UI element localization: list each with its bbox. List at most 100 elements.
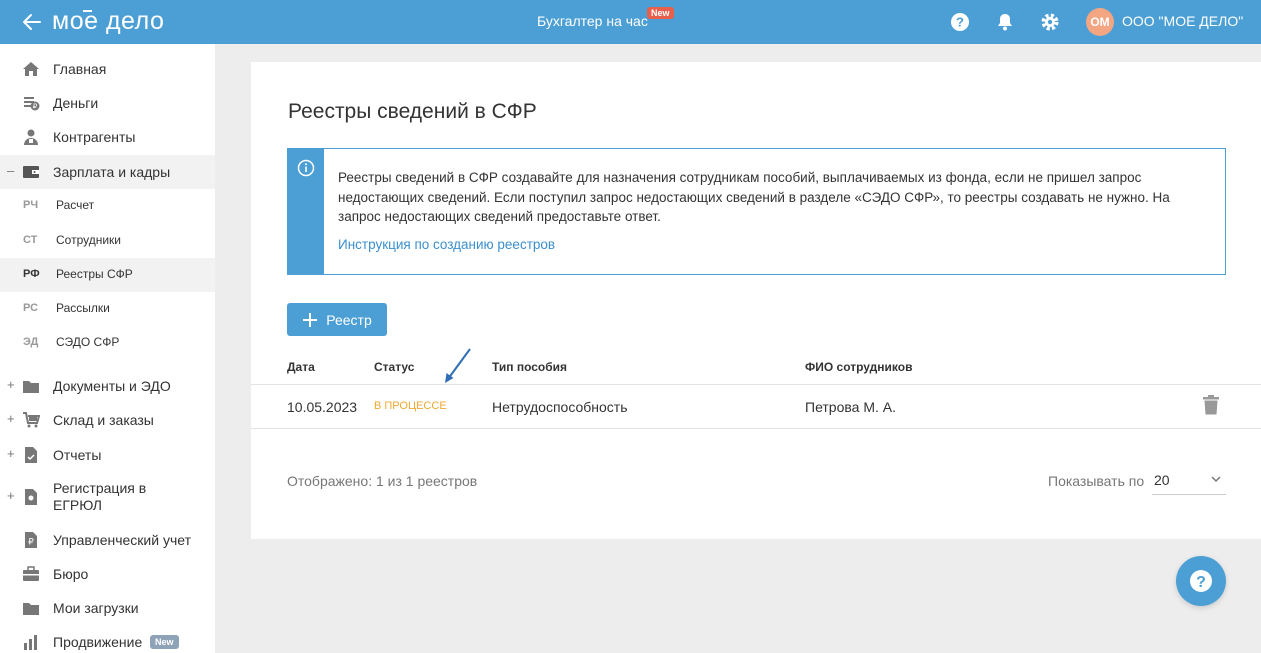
subitem-abbr: РС (23, 302, 39, 314)
sidebar-item-label: Бюро (53, 566, 89, 582)
subitem-label: Расчет (56, 198, 95, 212)
sidebar-subitem-registries[interactable]: РФ Реестры СФР (0, 258, 215, 292)
sidebar-item-documents[interactable]: + Документы и ЭДО (0, 369, 215, 403)
divider (251, 428, 1261, 429)
svg-text:₽: ₽ (33, 103, 38, 111)
column-header-status[interactable]: Статус (374, 360, 414, 374)
sidebar-item-label: Склад и заказы (53, 412, 154, 428)
page-title: Реестры сведений в СФР (288, 100, 537, 123)
column-header-date[interactable]: Дата (287, 360, 315, 374)
subitem-abbr: ЭД (23, 336, 39, 348)
sidebar-item-reports[interactable]: + Отчеты (0, 438, 215, 472)
avatar[interactable]: ОМ (1086, 8, 1114, 36)
sidebar-subitem-sedo[interactable]: ЭД СЭДО СФР (0, 326, 215, 360)
registration-icon (25, 489, 37, 505)
sidebar-item-home[interactable]: Главная (0, 52, 215, 86)
expand-toggle[interactable]: + (7, 377, 15, 392)
new-badge: New (150, 635, 179, 649)
folder-icon (23, 603, 39, 615)
contractors-icon (24, 129, 38, 145)
accountant-link[interactable]: Бухгалтер на час (537, 13, 648, 29)
sidebar-item-contractors[interactable]: Контрагенты (0, 120, 215, 154)
sidebar-item-label: Продвижение (53, 634, 143, 650)
annotation-arrow-icon (445, 348, 471, 383)
sidebar-item-registration[interactable]: + Регистрация в ЕГРЮЛ (0, 472, 215, 522)
subitem-abbr: РЧ (23, 199, 39, 211)
svg-text:?: ? (956, 15, 964, 30)
help-button[interactable]: ? (1176, 556, 1226, 606)
subitem-label: Рассылки (56, 301, 110, 315)
column-header-employees[interactable]: ФИО сотрудников (805, 360, 912, 374)
gear-icon[interactable] (1039, 11, 1061, 33)
bell-icon[interactable] (994, 11, 1016, 33)
expand-toggle[interactable]: + (7, 446, 15, 461)
sidebar-item-promotion[interactable]: Продвижение New (0, 625, 215, 653)
sidebar-item-downloads[interactable]: Мои загрузки (0, 591, 215, 625)
back-arrow-icon[interactable] (20, 10, 44, 34)
plus-icon (303, 312, 318, 327)
subitem-abbr: СТ (23, 234, 38, 246)
sidebar-item-money[interactable]: ₽ Деньги (0, 86, 215, 120)
home-icon (23, 62, 39, 76)
report-icon (25, 447, 37, 463)
sidebar-item-label: Деньги (53, 95, 99, 111)
sidebar-item-label: Контрагенты (53, 129, 136, 145)
sidebar: Главная ₽ Деньги Контрагенты – Зарплата … (0, 44, 215, 653)
collapse-toggle[interactable]: – (7, 163, 14, 178)
briefcase-icon (23, 566, 39, 581)
subitem-abbr: РФ (23, 268, 40, 280)
info-icon (297, 159, 315, 177)
info-box: Реестры сведений в СФР создавайте для на… (287, 148, 1226, 275)
warehouse-icon (23, 412, 40, 428)
sidebar-subitem-mailings[interactable]: РС Рассылки (0, 292, 215, 326)
svg-text:₽: ₽ (28, 538, 34, 548)
cell-date: 10.05.2023 (287, 399, 358, 415)
chevron-down-icon (1211, 476, 1221, 483)
expand-toggle[interactable]: + (7, 411, 15, 426)
money-icon: ₽ (24, 97, 40, 111)
trash-icon[interactable] (1202, 395, 1220, 415)
sidebar-item-bureau[interactable]: Бюро (0, 557, 215, 591)
add-registry-label: Реестр (326, 311, 372, 328)
instruction-link[interactable]: Инструкция по созданию реестров (338, 237, 555, 252)
subitem-label: Сотрудники (56, 233, 121, 247)
svg-text:?: ? (1196, 574, 1206, 591)
main-card: Реестры сведений в СФР Реестры сведений … (251, 62, 1261, 539)
help-icon: ? (1190, 570, 1212, 592)
status-badge: В ПРОЦЕССЕ (374, 400, 447, 412)
sidebar-item-label: Регистрация в ЕГРЮЛ (53, 480, 147, 513)
sidebar-subitem-employees[interactable]: СТ Сотрудники (0, 224, 215, 258)
sidebar-item-label: Документы и ЭДО (53, 378, 171, 394)
sidebar-item-label: Отчеты (53, 447, 102, 463)
sidebar-item-label: Зарплата и кадры (53, 164, 171, 180)
expand-toggle[interactable]: + (7, 488, 15, 503)
subitem-label: Реестры СФР (56, 267, 133, 281)
sidebar-item-salary[interactable]: – Зарплата и кадры (0, 155, 215, 189)
sidebar-item-label: Управленческий учет (53, 532, 191, 548)
org-name[interactable]: ООО "МОЕ ДЕЛО" (1122, 13, 1243, 29)
subitem-label: СЭДО СФР (56, 335, 120, 349)
new-badge: New (647, 7, 674, 19)
add-registry-button[interactable]: Реестр (287, 303, 387, 336)
cell-benefit-type: Нетрудоспособность (492, 399, 628, 415)
per-page-select[interactable]: 20 (1152, 463, 1226, 495)
sidebar-item-warehouse[interactable]: + Склад и заказы (0, 403, 215, 437)
cell-employees: Петрова М. А. (805, 399, 896, 415)
divider (251, 384, 1261, 385)
sidebar-item-management[interactable]: ₽ Управленческий учет (0, 523, 215, 557)
info-text: Реестры сведений в СФР создавайте для на… (338, 170, 1170, 224)
sidebar-item-label: Главная (53, 61, 107, 77)
column-header-benefit-type[interactable]: Тип пособия (492, 360, 567, 374)
help-icon[interactable]: ? (949, 11, 971, 33)
per-page-label: Показывать по (1048, 473, 1145, 489)
sidebar-subitem-calculation[interactable]: РЧ Расчет (0, 189, 215, 223)
folder-icon (23, 381, 39, 393)
logo[interactable]: мое дело (52, 7, 164, 36)
chart-icon (24, 635, 37, 650)
ruble-doc-icon: ₽ (25, 532, 37, 548)
sidebar-item-label: Мои загрузки (53, 600, 139, 616)
wallet-icon (23, 166, 39, 178)
info-bar (288, 149, 324, 274)
per-page-value: 20 (1154, 472, 1170, 488)
records-count: Отображено: 1 из 1 реестров (287, 473, 478, 489)
